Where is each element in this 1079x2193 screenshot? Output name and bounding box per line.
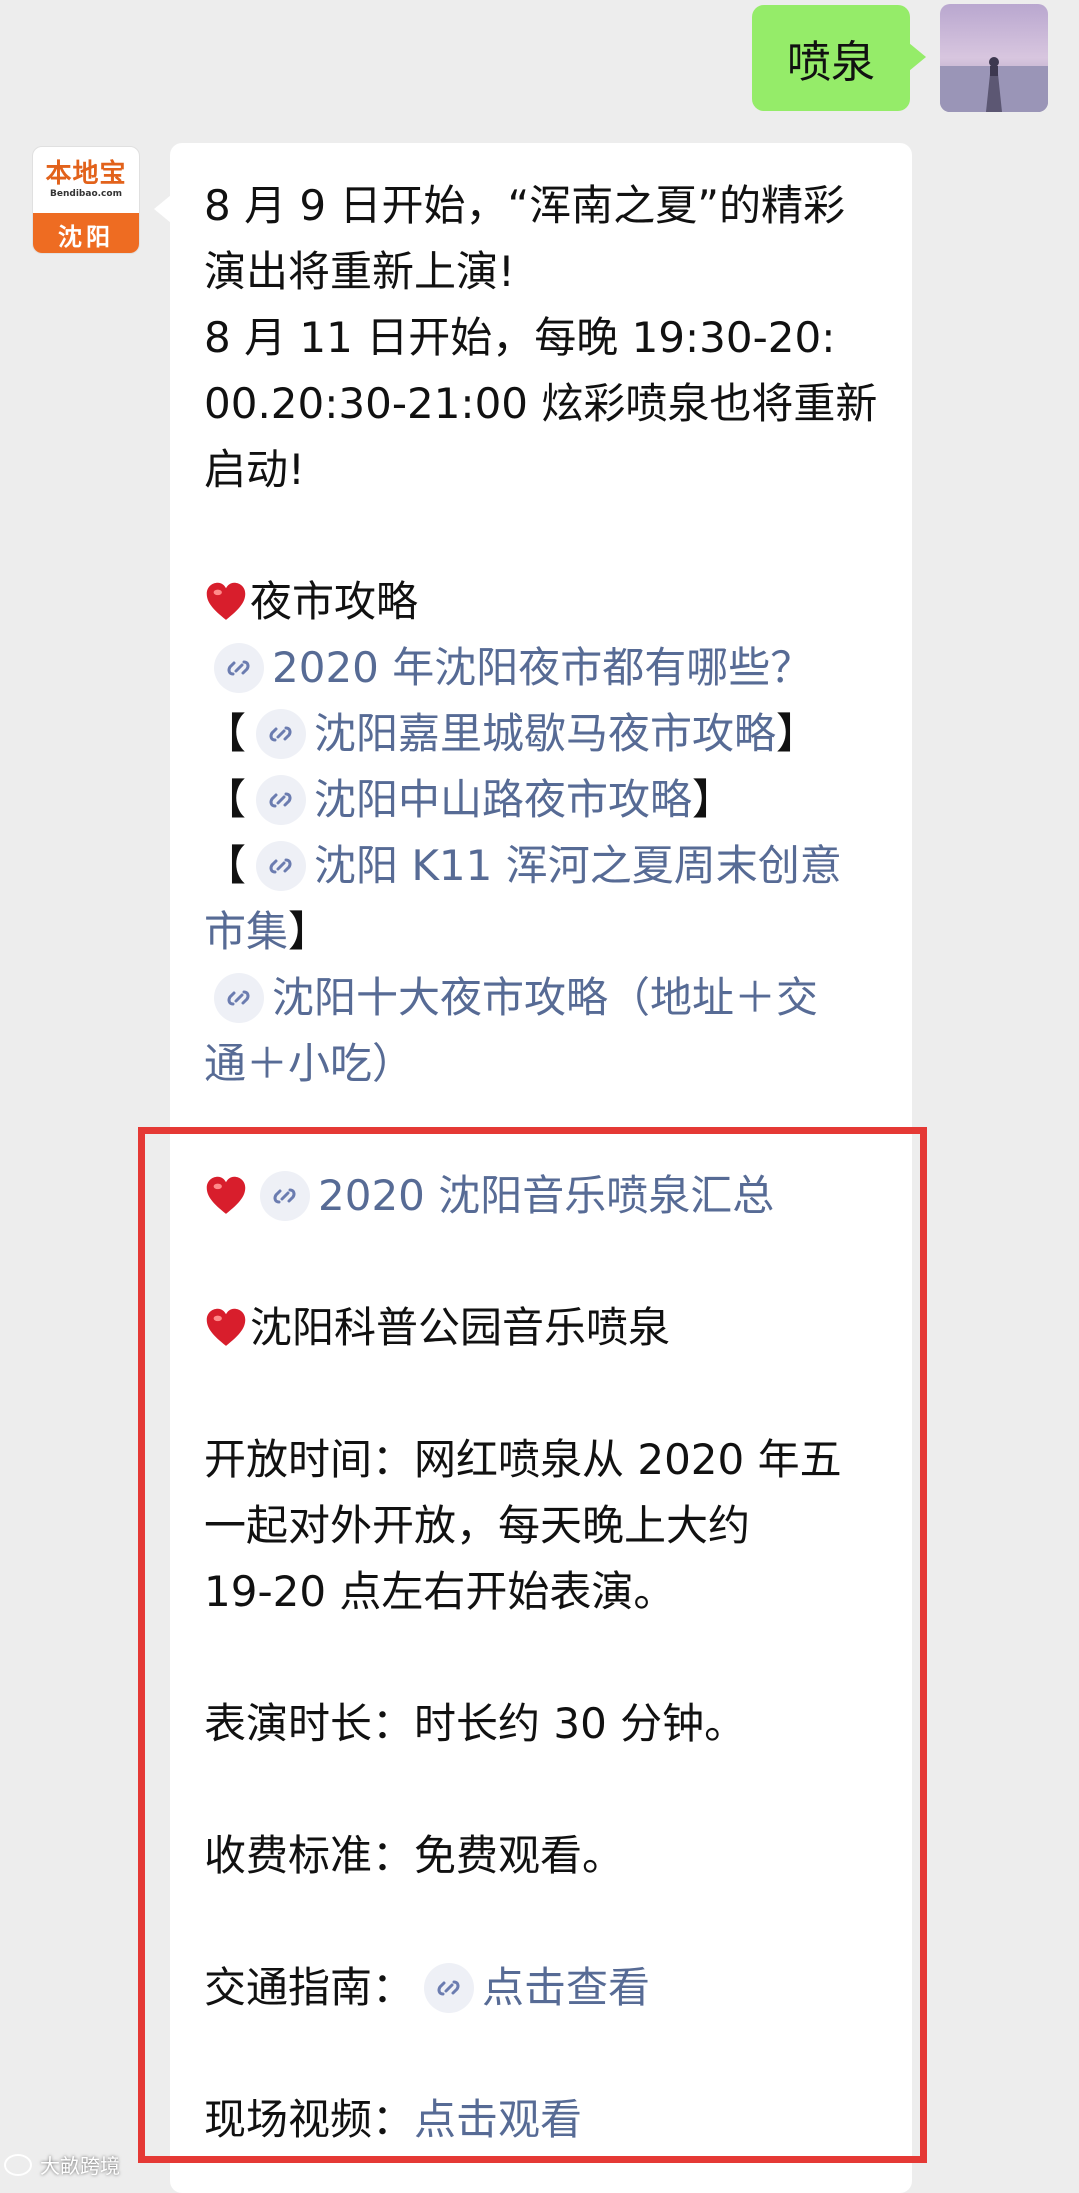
traffic-row[interactable]: 交通指南： 点击查看: [204, 1955, 894, 2021]
link-row-1[interactable]: 2020 年沈阳夜市都有哪些？: [204, 635, 894, 701]
open-time-line-1: 开放时间：网红喷泉从 2020 年五: [204, 1435, 842, 1484]
heart-icon: [206, 1176, 246, 1214]
link-row-2[interactable]: 【 沈阳嘉里城歇马夜市攻略】: [204, 701, 894, 767]
avatar-city-text: 沈阳: [33, 213, 139, 253]
mini-program-icon: [214, 972, 264, 1023]
night-market-link-1[interactable]: 2020 年沈阳夜市都有哪些？: [272, 643, 812, 692]
open-time-line-3: 19-20 点左右开始表演。: [204, 1567, 676, 1616]
park-heading-row: 沈阳科普公园音乐喷泉: [204, 1295, 894, 1361]
fountain-summary-row[interactable]: 2020 沈阳音乐喷泉汇总: [204, 1163, 894, 1229]
fee-line: 收费标准：免费观看。: [204, 1831, 625, 1880]
traffic-link[interactable]: 点击查看: [482, 1963, 650, 2012]
traffic-label: 交通指南：: [204, 1963, 415, 2012]
incoming-message-bubble: 8 月 9 日开始，“浑南之夏”的精彩 演出将重新上演! 8 月 11 日开始，…: [154, 143, 912, 2193]
bracket-open: 【: [204, 709, 247, 758]
night-market-link-5[interactable]: 沈阳十大夜市攻略（地址＋交: [272, 973, 818, 1022]
bracket-open: 【: [204, 775, 247, 824]
video-link[interactable]: 点击观看: [414, 2095, 582, 2144]
mini-program-icon: [256, 708, 307, 759]
intro-line-4: 00.20:30-21:00 炫彩喷泉也将重新: [204, 379, 878, 428]
intro-line-5: 启动!: [204, 445, 305, 494]
link-row-3[interactable]: 【 沈阳中山路夜市攻略】: [204, 767, 894, 833]
night-market-link-5-cont[interactable]: 通＋小吃）: [204, 1039, 414, 1088]
watermark: 大畝跨境: [4, 2150, 120, 2179]
avatar-domain-text: Bendibao.com: [50, 189, 122, 199]
video-label: 现场视频：: [204, 2095, 415, 2144]
duration-line: 表演时长：时长约 30 分钟。: [204, 1699, 747, 1748]
mini-program-icon: [260, 1170, 310, 1221]
bracket-close: 】: [692, 775, 735, 824]
night-market-link-4[interactable]: 沈阳 K11 浑河之夏周末创意: [314, 841, 842, 890]
watermark-logo-icon: [4, 2153, 32, 2176]
mini-program-icon: [256, 840, 307, 891]
avatar-brand-text: 本地宝: [45, 159, 127, 189]
bracket-close: 】: [288, 907, 331, 956]
bracket-open: 【: [204, 841, 247, 890]
watermark-text: 大畝跨境: [40, 2154, 120, 2178]
outgoing-message-bubble[interactable]: 喷泉: [752, 5, 926, 111]
park-heading: 沈阳科普公园音乐喷泉: [250, 1303, 671, 1352]
mini-program-icon: [424, 1962, 475, 2013]
avatar-image-icon: [940, 4, 1048, 112]
mini-program-icon: [256, 774, 307, 825]
heart-icon: [206, 582, 246, 620]
video-row[interactable]: 现场视频：点击观看: [204, 2087, 894, 2153]
heart-icon: [206, 1308, 246, 1346]
night-market-link-2[interactable]: 沈阳嘉里城歇马夜市攻略: [314, 709, 776, 758]
user-avatar[interactable]: [940, 4, 1048, 112]
intro-line-1: 8 月 9 日开始，“浑南之夏”的精彩: [204, 181, 846, 230]
link-row-4-cont[interactable]: 市集】: [204, 899, 894, 965]
open-time-line-2: 一起对外开放，每天晚上大约: [204, 1501, 751, 1550]
link-row-5[interactable]: 沈阳十大夜市攻略（地址＋交: [204, 965, 894, 1031]
bracket-close: 】: [776, 709, 819, 758]
night-market-heading-row: 夜市攻略: [204, 569, 894, 635]
night-market-link-4-cont[interactable]: 市集: [204, 907, 288, 956]
intro-line-2: 演出将重新上演!: [204, 247, 515, 296]
night-market-link-3[interactable]: 沈阳中山路夜市攻略: [314, 775, 692, 824]
account-avatar[interactable]: 本地宝 Bendibao.com 沈阳: [32, 146, 140, 254]
intro-line-3: 8 月 11 日开始，每晚 19:30-20:: [204, 313, 836, 362]
fountain-summary-link[interactable]: 2020 沈阳音乐喷泉汇总: [318, 1171, 774, 1220]
link-row-4[interactable]: 【 沈阳 K11 浑河之夏周末创意: [204, 833, 894, 899]
night-market-heading: 夜市攻略: [250, 577, 419, 626]
link-row-5-cont[interactable]: 通＋小吃）: [204, 1031, 894, 1097]
mini-program-icon: [214, 642, 264, 693]
outgoing-message-text: 喷泉: [787, 37, 875, 88]
message-content: 8 月 9 日开始，“浑南之夏”的精彩 演出将重新上演! 8 月 11 日开始，…: [204, 173, 894, 2153]
